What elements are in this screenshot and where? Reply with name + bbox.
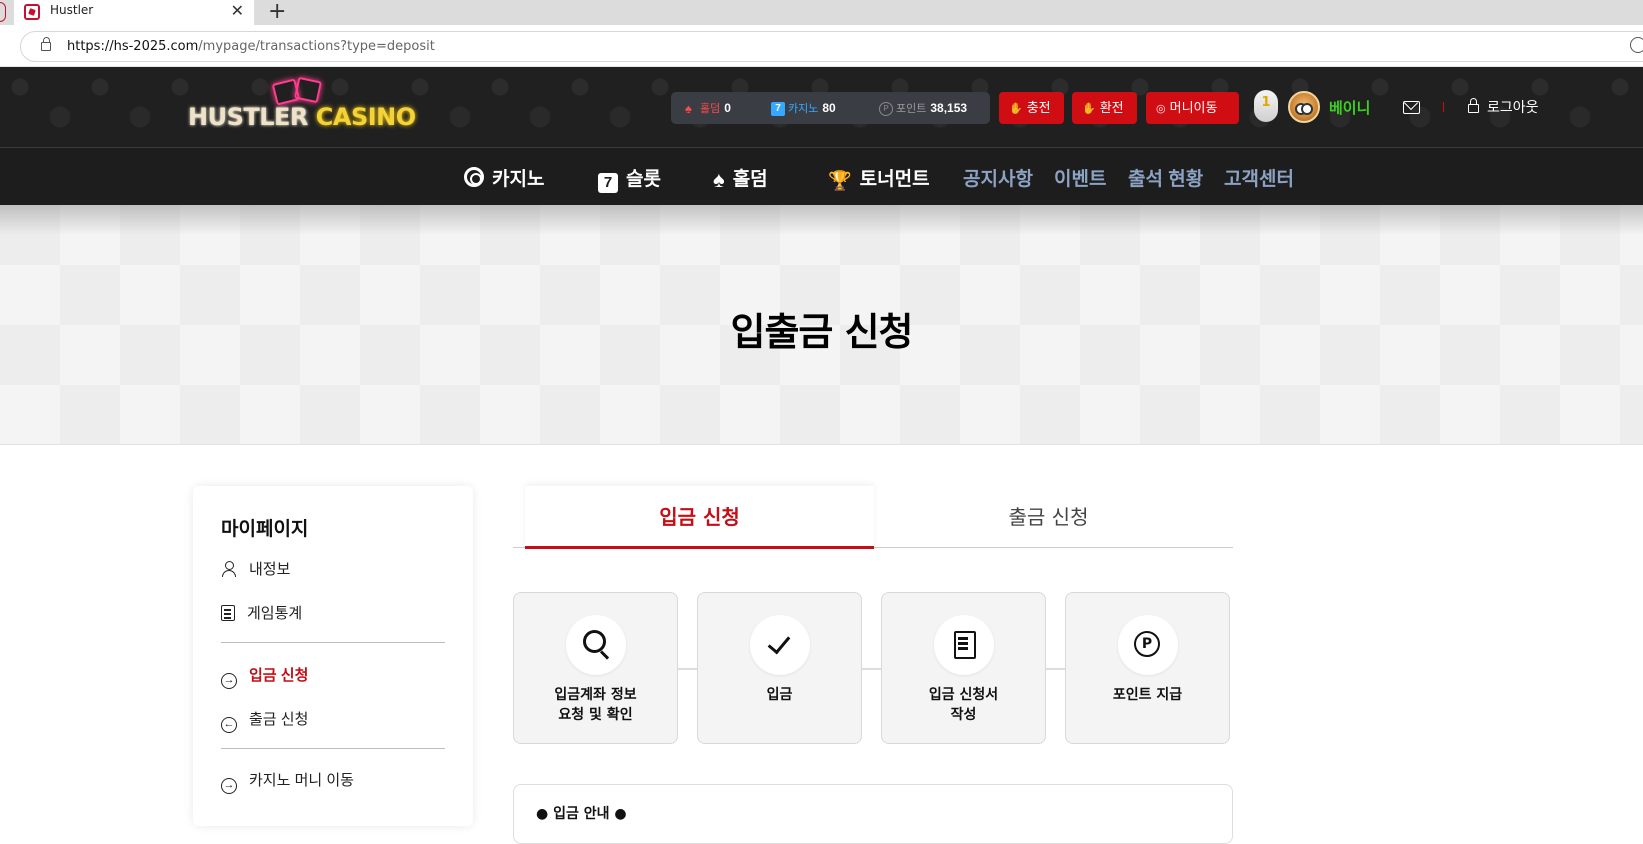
slot-seven-icon: 7: [598, 173, 618, 193]
step-request-account: 입금계좌 정보 요청 및 확인: [513, 592, 678, 744]
lock-icon: [1468, 98, 1479, 113]
nav-holdem[interactable]: ♠ 홀덤: [713, 164, 768, 191]
check-icon: [750, 615, 810, 675]
trophy-icon: 🏆: [828, 171, 852, 192]
nav-slot[interactable]: 7 슬롯: [598, 164, 661, 193]
spade-icon: ♠: [685, 101, 692, 117]
page-title: 입출금 신청: [730, 310, 913, 354]
arrow-right-circle-icon: →: [221, 673, 237, 689]
tab-withdraw[interactable]: 출금 신청: [874, 486, 1223, 548]
sidebar-title: 마이페이지: [221, 518, 309, 540]
sidebar-item-deposit[interactable]: → 입금 신청: [221, 664, 308, 689]
url-field[interactable]: https://hs-2025.com/mypage/transactions?…: [20, 31, 1643, 62]
step-deposit: 입금: [697, 592, 862, 744]
nav-event[interactable]: 이벤트: [1054, 164, 1106, 191]
browser-tab-title: Hustler: [50, 3, 94, 17]
address-bar: https://hs-2025.com/mypage/transactions?…: [0, 25, 1643, 67]
nav-support[interactable]: 고객센터: [1224, 164, 1294, 191]
close-tab-icon[interactable]: ✕: [231, 1, 244, 20]
tab-deposit[interactable]: 입금 신청: [525, 486, 874, 549]
sidebar-item-casino-money-transfer[interactable]: → 카지노 머니 이동: [221, 769, 354, 794]
nav-tournament[interactable]: 🏆 토너먼트: [828, 164, 930, 191]
sidebar-item-game-stats[interactable]: 게임통계: [221, 602, 302, 623]
hand-money-icon: ✋: [1009, 103, 1023, 115]
arrow-left-circle-icon: ←: [221, 717, 237, 733]
deposit-info-box: ● 입금 안내 ●: [513, 784, 1233, 844]
logo-cards-icon: [268, 76, 326, 106]
step-label: 입금: [766, 687, 793, 703]
header-divider: [1443, 102, 1444, 112]
transaction-tabs: 입금 신청 출금 신청: [513, 486, 1233, 549]
hand-money-icon: ✋: [1082, 103, 1096, 115]
sidebar-item-my-info[interactable]: 내정보: [221, 558, 290, 579]
casino-balance: 7 카지노 80: [771, 100, 836, 117]
money-transfer-button[interactable]: ◎ 머니이동: [1146, 92, 1239, 124]
hero-banner: 입출금 신청: [0, 205, 1643, 445]
nav-casino[interactable]: 카지노: [464, 164, 544, 191]
point-icon: P: [879, 102, 893, 117]
person-icon: [221, 561, 237, 577]
step-label: 입금 신청서 작성: [928, 687, 999, 723]
lock-icon: [41, 37, 51, 51]
browser-tab[interactable]: Hustler ✕: [14, 0, 254, 25]
holdem-balance: ♠ 홀덤 0: [685, 101, 731, 117]
mail-icon[interactable]: [1403, 101, 1420, 114]
step-application-form: 입금 신청서 작성: [881, 592, 1046, 744]
step-point-payment: 포인트 지급: [1065, 592, 1230, 744]
step-label: 포인트 지급: [1112, 687, 1183, 703]
casino-chip-icon: [464, 167, 484, 187]
site-header: HUSTLER CASINO ♠ 홀덤 0 7 카지노 80 P 포인트 38,153 ✋ 충…: [0, 67, 1643, 147]
arrow-right-circle-icon: →: [221, 778, 237, 794]
url-text: https://hs-2025.com/mypage/transactions?…: [67, 39, 435, 54]
deposit-steps: 입금계좌 정보 요청 및 확인 입금 입금 신청서 작성 포인트 지급: [513, 592, 1233, 745]
search-icon: [566, 615, 626, 675]
level-badge: 1: [1254, 90, 1278, 122]
site-favicon-icon: [24, 4, 40, 20]
username[interactable]: 베이니: [1329, 97, 1370, 118]
site-logo[interactable]: HUSTLER CASINO: [188, 76, 416, 137]
sidebar-divider: [221, 748, 445, 749]
info-title: ● 입금 안내 ●: [536, 806, 627, 822]
point-balance: P 포인트 38,153: [879, 100, 967, 117]
browser-more-icon[interactable]: [1630, 37, 1643, 53]
step-label: 입금계좌 정보 요청 및 확인: [554, 687, 637, 723]
logout-button[interactable]: 로그아웃: [1468, 97, 1539, 117]
sidebar-divider: [221, 642, 445, 643]
logo-text: HUSTLER CASINO: [188, 103, 416, 131]
nav-notice[interactable]: 공지사항: [963, 164, 1033, 191]
main-nav: 카지노 7 슬롯 ♠ 홀덤 🏆 토너먼트 공지사항 이벤트 출석 현황 고객센터: [0, 147, 1643, 205]
point-icon: [1118, 615, 1178, 675]
avatar[interactable]: [1288, 91, 1320, 123]
charge-button[interactable]: ✋ 충전: [999, 92, 1064, 124]
exchange-button[interactable]: ✋ 환전: [1072, 92, 1137, 124]
nav-attendance[interactable]: 출석 현황: [1128, 164, 1203, 191]
browser-edge-icon[interactable]: [0, 2, 6, 22]
form-icon: [934, 615, 994, 675]
coins-icon: ◎: [1156, 103, 1166, 115]
browser-tab-bar: Hustler ✕ +: [0, 0, 1643, 25]
slot-seven-icon: 7: [771, 102, 785, 117]
sidebar-item-withdraw[interactable]: ← 출금 신청: [221, 708, 308, 733]
balance-panel: ♠ 홀덤 0 7 카지노 80 P 포인트 38,153: [671, 92, 990, 124]
document-icon: [221, 605, 235, 621]
mypage-sidebar: 마이페이지 내정보 게임통계 → 입금 신청 ← 출금 신청 → 카지노 머니 이동: [193, 486, 473, 826]
new-tab-button[interactable]: +: [268, 0, 286, 24]
spade-icon: ♠: [713, 167, 725, 192]
